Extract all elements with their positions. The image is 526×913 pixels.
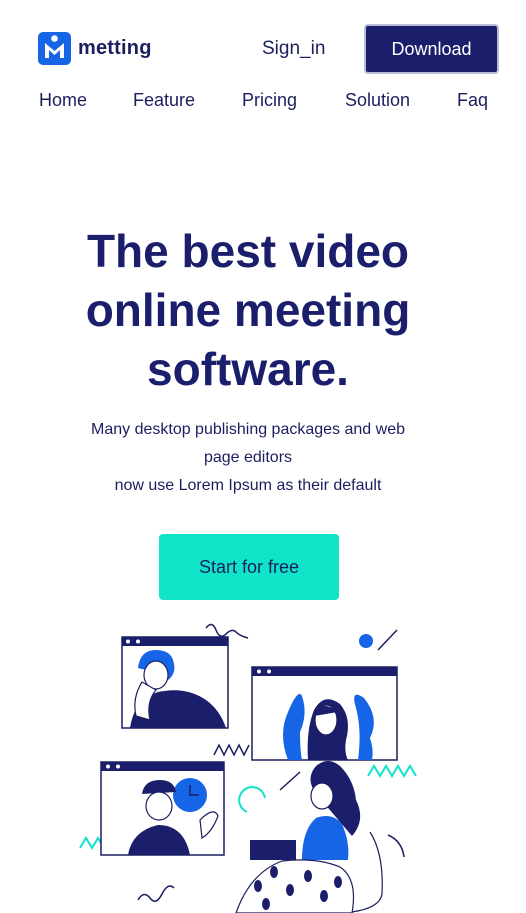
hero-subtitle-line: Many desktop publishing packages and web	[91, 421, 405, 438]
video-meeting-illustration	[70, 620, 450, 913]
hero-subtitle-line: page editors	[203, 449, 293, 466]
hero-title: The best video online meeting software.	[30, 222, 466, 399]
metting-logo-icon	[38, 32, 71, 65]
nav-pricing[interactable]: Pricing	[242, 90, 297, 111]
header: metting Sign_in Download Home Feature Pr…	[0, 0, 526, 130]
nav-solution[interactable]: Solution	[345, 90, 410, 111]
logo[interactable]: metting	[38, 32, 152, 65]
start-for-free-button[interactable]: Start for free	[159, 534, 339, 600]
nav-home[interactable]: Home	[39, 90, 87, 111]
hero-title-line: The best video	[86, 225, 410, 277]
hero-subtitle-line: now use Lorem Ipsum as their default	[114, 477, 382, 494]
nav-faq[interactable]: Faq	[457, 90, 488, 111]
nav-feature[interactable]: Feature	[133, 90, 195, 111]
hero-subtitle: Many desktop publishing packages and web…	[48, 416, 448, 500]
download-button[interactable]: Download	[364, 24, 499, 74]
sign-in-link[interactable]: Sign_in	[262, 38, 325, 60]
brand-name: metting	[78, 37, 152, 59]
hero-title-line: online meeting	[85, 284, 411, 336]
hero-title-line: software.	[147, 343, 349, 395]
main-nav: Home Feature Pricing Solution Faq	[0, 90, 526, 114]
